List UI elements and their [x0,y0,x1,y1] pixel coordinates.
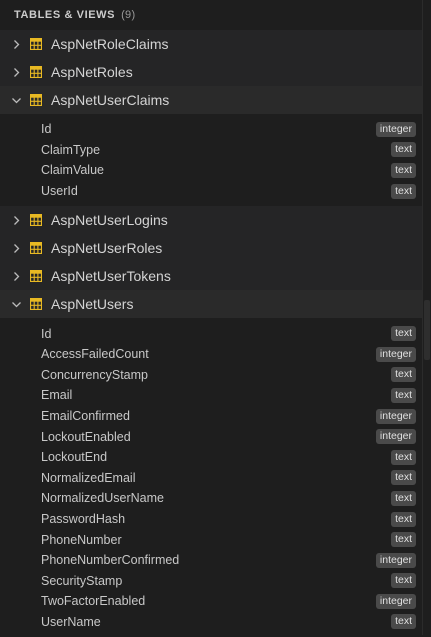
table-grid-icon [30,94,42,106]
column-row[interactable]: Id integer [0,119,423,140]
column-name: PhoneNumberConfirmed [41,553,180,568]
column-type-badge: text [391,614,416,630]
column-type-badge: text [391,573,416,589]
scrollbar-thumb[interactable] [424,300,430,360]
chevron-down-icon[interactable] [10,298,22,310]
table-grid-icon [30,270,42,283]
column-name: Email [41,388,73,403]
column-name: NormalizedUserName [41,491,164,506]
column-row[interactable]: PasswordHash text [0,509,423,530]
column-name: EmailConfirmed [41,409,130,424]
chevron-right-icon[interactable] [10,242,22,254]
panel-header[interactable]: TABLES & VIEWS (9) [0,0,423,30]
table-name: AspNetUserLogins [51,212,168,229]
column-type-badge: text [391,511,416,527]
column-name: PasswordHash [41,512,126,527]
chevron-right-icon[interactable] [10,66,22,78]
column-row[interactable]: NormalizedUserName text [0,488,423,509]
column-list-aspnetusers: Id text AccessFailedCount integer Concurrenc… [0,318,423,637]
column-type-badge: text [391,449,416,465]
column-row[interactable]: SecurityStamp text [0,571,423,592]
column-row[interactable]: Id text [0,323,423,344]
table-name: AspNetUsers [51,296,134,313]
tables-views-panel: TABLES & VIEWS (9) AspNetRoleClaims AspNe… [0,0,423,637]
column-type-badge: text [391,326,416,342]
column-row[interactable]: Email text [0,385,423,406]
table-grid-icon [30,66,42,78]
column-name: NormalizedEmail [41,470,136,485]
column-row[interactable]: PhoneNumberConfirmed integer [0,550,423,571]
column-type-badge: text [391,490,416,506]
table-grid-icon [30,242,42,255]
column-row[interactable]: ConcurrencyStamp text [0,365,423,386]
column-type-badge: integer [375,552,416,568]
column-name: Id [41,122,52,137]
panel-title: TABLES & VIEWS [14,9,116,21]
table-name: AspNetUserClaims [51,92,170,108]
table-name: AspNetRoles [51,64,133,80]
table-name: AspNetUserRoles [51,240,163,257]
column-name: SecurityStamp [41,573,123,588]
table-row-aspnetusers[interactable]: AspNetUsers [0,290,423,319]
column-type-badge: text [391,532,416,548]
column-row[interactable]: UserName text [0,612,423,633]
column-name: Id [41,326,52,341]
column-name: UserName [41,614,101,629]
column-row[interactable]: ClaimType text [0,140,423,161]
table-name: AspNetRoleClaims [51,36,169,52]
table-grid-icon [30,38,42,50]
table-row-aspnetroles[interactable]: AspNetRoles [0,58,423,86]
column-row[interactable]: LockoutEnabled integer [0,426,423,447]
column-name: UserId [41,184,78,199]
column-row[interactable]: EmailConfirmed integer [0,406,423,427]
chevron-right-icon[interactable] [10,38,22,50]
column-row[interactable]: TwoFactorEnabled integer [0,591,423,612]
column-name: AccessFailedCount [41,347,149,362]
column-row[interactable]: NormalizedEmail text [0,468,423,489]
column-name: PhoneNumber [41,532,122,547]
table-row-aspnetuserlogins[interactable]: AspNetUserLogins [0,206,423,235]
chevron-right-icon[interactable] [10,270,22,282]
table-grid-icon [30,298,42,311]
column-type-badge: integer [375,121,416,137]
column-type-badge: text [391,162,416,178]
column-type-badge: text [391,470,416,486]
column-row[interactable]: LockoutEnd text [0,447,423,468]
table-row-aspnetroleclaims[interactable]: AspNetRoleClaims [0,30,423,58]
chevron-down-icon[interactable] [10,94,22,106]
column-row[interactable]: AccessFailedCount integer [0,344,423,365]
vertical-scrollbar[interactable] [422,0,431,635]
column-name: ConcurrencyStamp [41,367,148,382]
column-list-aspnetuserclaims: Id integer ClaimType text ClaimValue text User… [0,114,423,207]
table-count: (9) [121,9,136,21]
chevron-right-icon[interactable] [10,214,22,226]
column-name: LockoutEnd [41,450,108,465]
table-row-aspnetuserroles[interactable]: AspNetUserRoles [0,234,423,263]
table-name: AspNetUserTokens [51,268,171,285]
column-type-badge: text [391,183,416,199]
column-name: TwoFactorEnabled [41,594,146,609]
column-type-badge: integer [375,346,416,362]
table-row-aspnetuserclaims[interactable]: AspNetUserClaims [0,86,423,114]
column-row[interactable]: PhoneNumber text [0,529,423,550]
column-row[interactable]: UserId text [0,181,423,202]
column-type-badge: text [391,142,416,158]
column-type-badge: integer [375,408,416,424]
column-row[interactable]: ClaimValue text [0,160,423,181]
table-tree: AspNetRoleClaims AspNetRoles AspNetUserCla… [0,30,423,637]
table-row-aspnetusertokens[interactable]: AspNetUserTokens [0,262,423,291]
column-type-badge: integer [375,593,416,609]
column-name: LockoutEnabled [41,429,131,444]
column-type-badge: text [391,367,416,383]
column-type-badge: integer [375,429,416,445]
column-type-badge: text [391,387,416,403]
column-name: ClaimValue [41,163,104,178]
table-grid-icon [30,214,42,227]
column-name: ClaimType [41,142,101,157]
